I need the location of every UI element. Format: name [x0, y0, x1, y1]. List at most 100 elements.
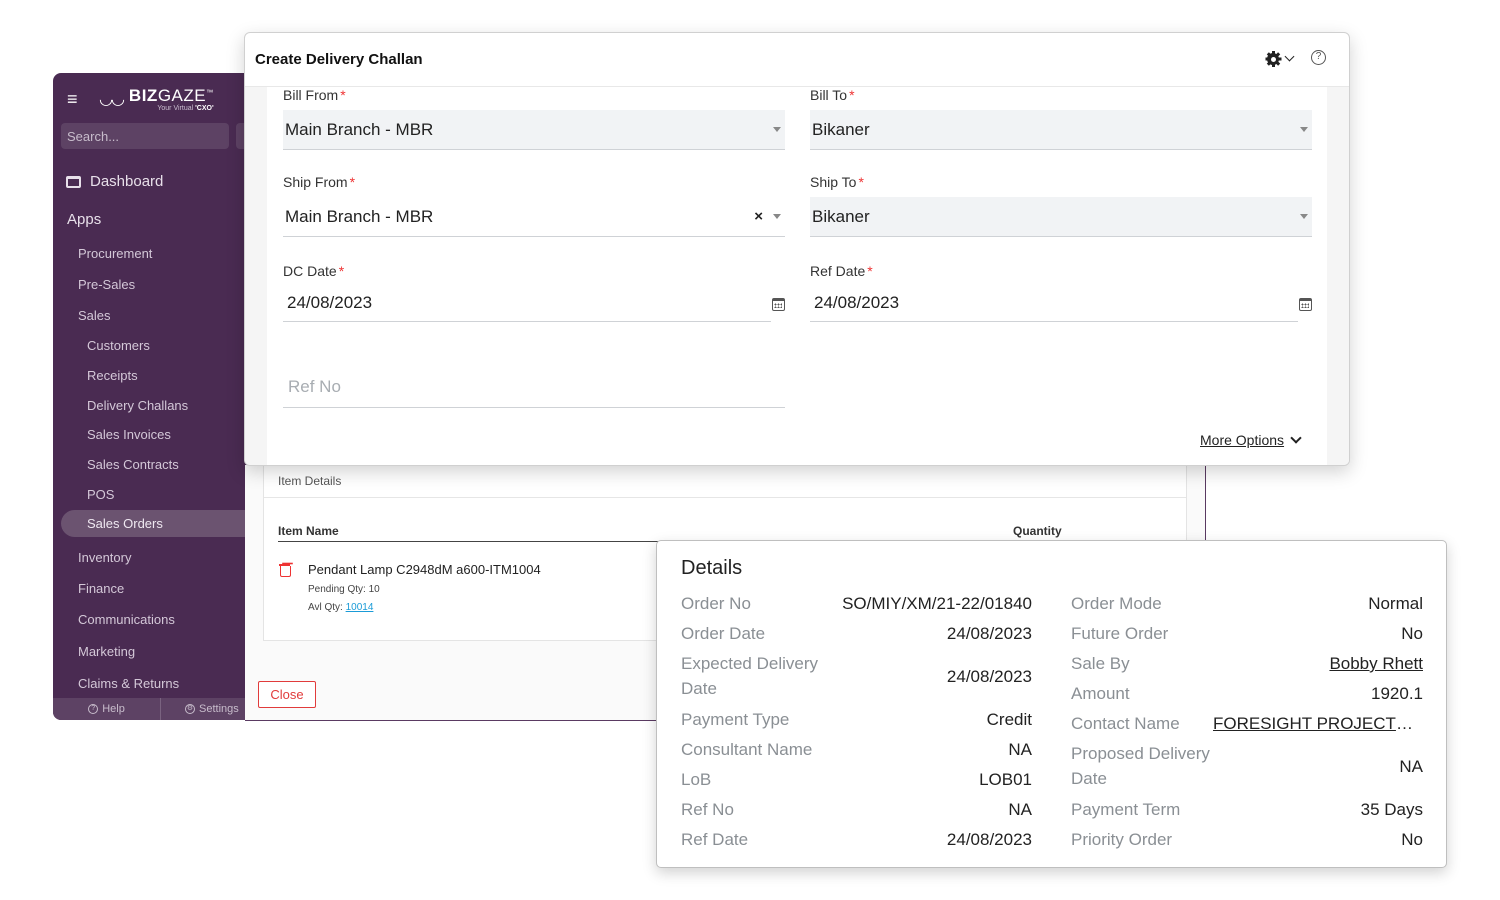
brand-logo[interactable]: ◡◡ BIZGAZE™ Your Virtual 'CXO': [99, 87, 214, 112]
detail-label: Order Date: [681, 624, 766, 643]
help-circle-icon[interactable]: ?: [1311, 50, 1326, 65]
owl-eyes-icon: ◡◡: [99, 91, 125, 108]
help-icon: ?: [88, 704, 99, 714]
column-header-item-name: Item Name: [278, 524, 339, 538]
gear-icon-body[interactable]: [1266, 52, 1280, 66]
detail-label: Consultant Name: [681, 740, 813, 759]
detail-label: Order No: [681, 594, 751, 613]
detail-label: Payment Type: [681, 710, 790, 729]
detail-value-future-order: No: [1401, 624, 1423, 643]
detail-label: Contact Name: [1071, 714, 1180, 733]
calendar-icon[interactable]: [1299, 298, 1312, 311]
ship-from-select[interactable]: Main Branch - MBR ×: [283, 197, 785, 237]
bill-to-select[interactable]: Bikaner: [810, 110, 1312, 150]
detail-label: Sale By: [1071, 654, 1130, 673]
sidebar-search-input[interactable]: [67, 128, 243, 144]
sidebar-header: ≡ ◡◡ BIZGAZE™ Your Virtual 'CXO': [53, 73, 253, 125]
sidebar-item-sales-contracts[interactable]: Sales Contracts: [87, 457, 179, 472]
clear-icon[interactable]: ×: [754, 208, 763, 225]
detail-value-ref-date: 24/08/2023: [946, 830, 1032, 849]
modal-header: Create Delivery Challan ?: [245, 33, 1349, 87]
sidebar-apps-heading: Apps: [67, 211, 102, 228]
avl-label: Avl Qty:: [308, 602, 346, 613]
sidebar-item-customers[interactable]: Customers: [87, 338, 150, 353]
detail-value-payment-term: 35 Days: [1360, 800, 1423, 819]
detail-label: Ref Date: [681, 830, 749, 849]
bill-to-label: Bill To *: [810, 87, 855, 103]
dc-date-label: DC Date *: [283, 263, 345, 279]
sidebar-item-sales-invoices[interactable]: Sales Invoices: [87, 427, 171, 442]
detail-label: Order Mode: [1071, 594, 1162, 613]
brand-main: BIZ: [128, 85, 158, 105]
bill-from-select[interactable]: Main Branch - MBR: [283, 110, 785, 150]
brand-tm: ™: [206, 88, 214, 96]
sidebar-item-delivery-challans[interactable]: Delivery Challans: [87, 398, 188, 413]
item-details-title: Item Details: [278, 474, 342, 488]
sidebar: ≡ ◡◡ BIZGAZE™ Your Virtual 'CXO' Dashboa…: [53, 73, 253, 720]
calendar-icon[interactable]: [772, 298, 785, 311]
detail-value-lob: LOB01: [979, 770, 1032, 789]
trash-icon[interactable]: [279, 563, 291, 577]
order-details-card: Details Order No SO/MIY/XM/21-22/01840 O…: [656, 540, 1447, 868]
modal-title: Create Delivery Challan: [255, 51, 423, 68]
brand-light: GAZE: [157, 85, 207, 105]
sidebar-item-claims-returns[interactable]: Claims & Returns: [78, 676, 179, 691]
avl-qty-link[interactable]: 10014: [346, 602, 374, 613]
bill-to-value: Bikaner: [812, 119, 870, 139]
ship-to-select[interactable]: Bikaner: [810, 197, 1312, 237]
sale-by-link[interactable]: Bobby Rhett: [1329, 651, 1423, 676]
help-button[interactable]: ? Help: [53, 698, 161, 720]
detail-value-order-no: SO/MIY/XM/21-22/01840: [842, 594, 1032, 613]
detail-value-priority-order: No: [1401, 830, 1423, 849]
more-options-link[interactable]: More Options: [1200, 432, 1302, 448]
sidebar-item-finance[interactable]: Finance: [78, 581, 124, 596]
ref-date-label: Ref Date *: [810, 263, 873, 279]
sidebar-item-label: Dashboard: [90, 173, 164, 190]
sidebar-item-sales[interactable]: Sales: [78, 308, 111, 323]
sidebar-item-receipts[interactable]: Receipts: [87, 368, 138, 383]
help-label: Help: [102, 703, 125, 715]
ship-from-label: Ship From *: [283, 174, 356, 190]
ref-no-input[interactable]: [288, 376, 785, 397]
sidebar-item-communications[interactable]: Communications: [78, 612, 175, 627]
hamburger-menu-icon[interactable]: ≡: [67, 89, 87, 110]
ref-date-input[interactable]: 24/08/2023: [810, 284, 1298, 322]
caret-down-icon: [773, 127, 781, 132]
pending-qty: Pending Qty: 10: [308, 584, 380, 595]
detail-label: LoB: [681, 770, 712, 789]
contact-name-link[interactable]: FORESIGHT PROJECTS ...: [1213, 711, 1423, 736]
sidebar-item-inventory[interactable]: Inventory: [78, 550, 131, 565]
caret-down-icon: [773, 214, 781, 219]
detail-label: Expected Delivery Date: [681, 654, 819, 698]
detail-value-order-mode: Normal: [1368, 594, 1423, 613]
ship-from-value: Main Branch - MBR: [285, 206, 434, 226]
settings-label: Settings: [199, 703, 239, 715]
bill-from-value: Main Branch - MBR: [285, 119, 434, 139]
item-name: Pendant Lamp C2948dM a600-ITM1004: [308, 562, 541, 577]
dc-date-input[interactable]: 24/08/2023: [283, 284, 771, 322]
dashboard-icon: [66, 175, 81, 188]
sidebar-item-pos[interactable]: POS: [87, 487, 114, 502]
divider: [264, 497, 1186, 498]
detail-label: Priority Order: [1071, 830, 1173, 849]
brand-tagline-bold: 'CXO': [195, 104, 214, 112]
chevron-down-icon[interactable]: [1284, 51, 1295, 62]
detail-label: Amount: [1071, 684, 1130, 703]
sidebar-item-pre-sales[interactable]: Pre-Sales: [78, 277, 135, 292]
sidebar-item-dashboard[interactable]: Dashboard: [66, 173, 163, 190]
close-button[interactable]: Close: [258, 681, 316, 708]
detail-value-ref-no: NA: [1008, 800, 1032, 819]
details-title: Details: [681, 557, 743, 579]
sidebar-item-procurement[interactable]: Procurement: [78, 246, 152, 261]
detail-value-payment-type: Credit: [986, 710, 1032, 729]
brand-tagline: Your Virtual: [157, 104, 196, 112]
ref-no-field: [283, 366, 785, 408]
settings-icon: ⚙: [185, 704, 195, 714]
available-qty: Avl Qty: 10014: [308, 602, 373, 613]
bill-from-label: Bill From *: [283, 87, 346, 103]
create-delivery-challan-modal: Create Delivery Challan ? Bill From * Mai…: [244, 32, 1350, 466]
settings-button[interactable]: ⚙ Settings: [161, 698, 253, 720]
sidebar-item-marketing[interactable]: Marketing: [78, 644, 135, 659]
chevron-down-icon: [1290, 432, 1302, 444]
sidebar-item-sales-orders[interactable]: Sales Orders: [61, 510, 253, 537]
